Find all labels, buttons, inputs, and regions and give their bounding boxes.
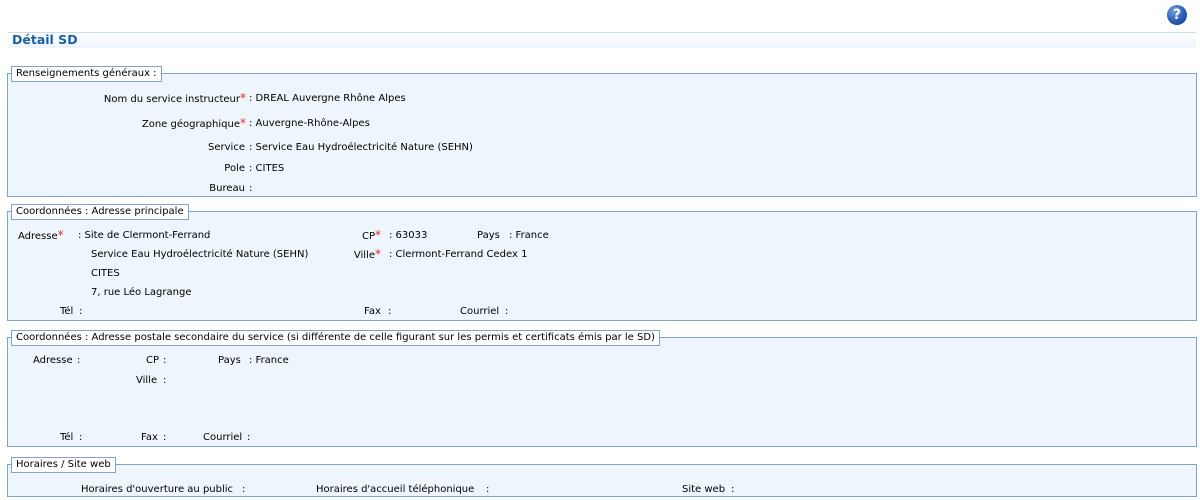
courriel-label: Courriel: [460, 306, 500, 317]
sec-cp-value: :: [163, 355, 167, 366]
sec-fax-label: Fax: [141, 432, 158, 443]
service-value: : Service Eau Hydroélectricité Nature (S…: [249, 142, 473, 153]
ouverture-value: :: [242, 484, 246, 495]
secondary-address-legend: Coordonnées : Adresse postale secondaire…: [11, 330, 660, 346]
adresse-line-3: CITES: [91, 268, 120, 279]
adresse-label: Adresse*: [18, 228, 64, 242]
pays-value: : France: [509, 230, 549, 241]
accueil-label: Horaires d'accueil téléphonique: [316, 484, 475, 495]
site-web-label: Site web: [682, 484, 726, 495]
zone-value: : Auvergne-Rhône-Alpes: [249, 118, 370, 129]
sec-cp-label: CP: [146, 355, 160, 366]
required-asterisk-icon: *: [375, 228, 381, 242]
fax-label: Fax: [364, 306, 381, 317]
sec-adresse-value: :: [77, 355, 81, 366]
service-label: Service: [208, 142, 245, 153]
sec-tel-value: :: [79, 432, 83, 443]
bureau-label: Bureau: [209, 183, 245, 194]
ville-label: Ville*: [353, 247, 381, 261]
courriel-value: :: [505, 306, 509, 317]
tel-value: :: [79, 306, 83, 317]
general-info-panel: [7, 73, 1197, 197]
zone-label: Zone géographique*: [141, 116, 246, 130]
ouverture-label: Horaires d'ouverture au public: [81, 484, 234, 495]
accueil-value: :: [486, 484, 490, 495]
required-asterisk-icon: *: [240, 116, 246, 130]
page-title: Détail SD: [12, 32, 78, 47]
site-web-value: :: [731, 484, 735, 495]
general-info-legend: Renseignements généraux :: [11, 66, 162, 82]
service-instructeur-value: : DREAL Auvergne Rhône Alpes: [249, 93, 406, 104]
cp-value: : 63033: [389, 230, 428, 241]
sec-fax-value: :: [163, 432, 167, 443]
main-address-legend: Coordonnées : Adresse principale: [11, 204, 189, 220]
tel-label: Tél: [60, 306, 74, 317]
required-asterisk-icon: *: [57, 228, 64, 242]
pole-value: : CITES: [249, 163, 285, 174]
required-asterisk-icon: *: [240, 91, 246, 105]
adresse-line-2: Service Eau Hydroélectricité Nature (SEH…: [91, 249, 309, 260]
pays-label: Pays: [477, 230, 500, 241]
sec-ville-label: Ville: [136, 375, 158, 386]
secondary-address-panel: [7, 337, 1197, 447]
hours-legend: Horaires / Site web: [11, 457, 116, 473]
fax-value: :: [388, 306, 392, 317]
main-address-panel: [7, 211, 1197, 321]
pole-label: Pole: [224, 163, 245, 174]
ville-value: : Clermont-Ferrand Cedex 1: [389, 249, 528, 260]
sec-tel-label: Tél: [60, 432, 74, 443]
sec-adresse-label: Adresse: [33, 355, 73, 366]
service-instructeur-label: Nom du service instructeur*: [103, 91, 246, 105]
help-icon[interactable]: ?: [1167, 5, 1187, 25]
adresse-line-1: : Site de Clermont-Ferrand: [78, 230, 211, 241]
sec-courriel-value: :: [247, 432, 251, 443]
cp-label: CP*: [361, 228, 381, 242]
sec-ville-value: :: [163, 375, 167, 386]
title-band: [8, 32, 1196, 48]
adresse-line-4: 7, rue Léo Lagrange: [91, 287, 192, 298]
sec-courriel-label: Courriel: [203, 432, 243, 443]
sec-pays-label: Pays: [218, 355, 241, 366]
required-asterisk-icon: *: [375, 247, 381, 261]
bureau-value: :: [249, 183, 253, 194]
sec-pays-value: : France: [249, 355, 289, 366]
